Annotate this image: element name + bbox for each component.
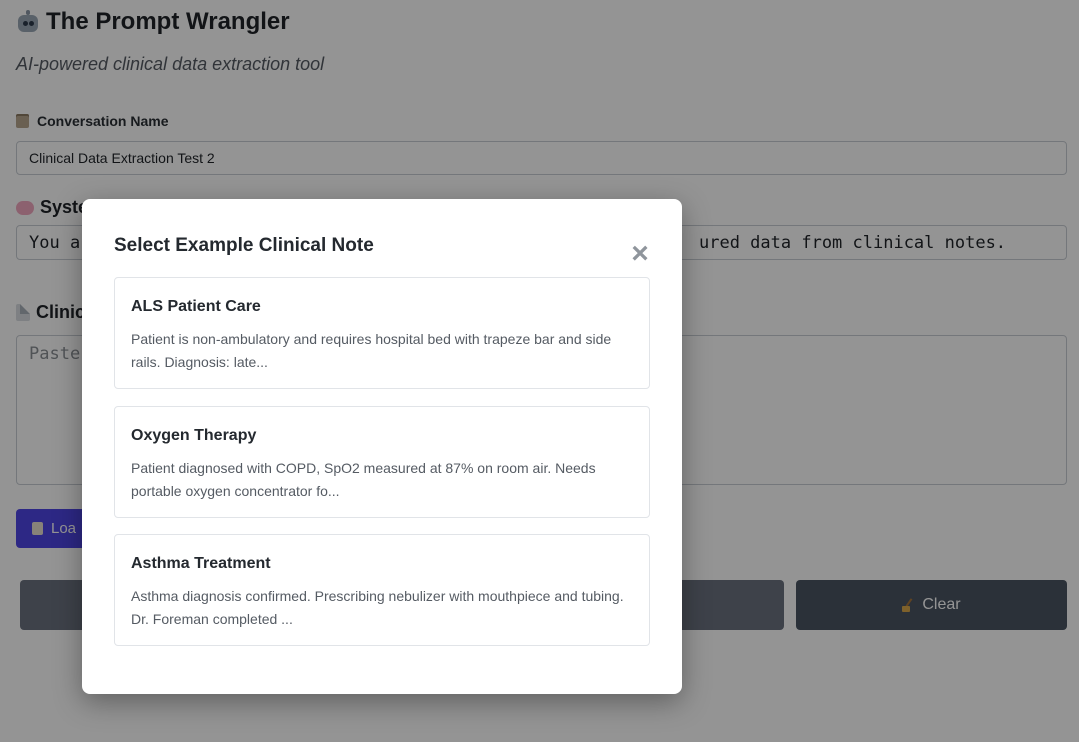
close-icon[interactable]: ×	[629, 239, 651, 269]
note-card-oxygen[interactable]: Oxygen Therapy Patient diagnosed with CO…	[114, 406, 650, 518]
note-card-asthma[interactable]: Asthma Treatment Asthma diagnosis confir…	[114, 534, 650, 646]
note-card-preview: Patient is non-ambulatory and requires h…	[131, 331, 612, 370]
note-card-title: ALS Patient Care	[131, 298, 261, 315]
example-notes-modal: Select Example Clinical Note × ALS Patie…	[82, 199, 682, 694]
note-card-als[interactable]: ALS Patient Care Patient is non-ambulato…	[114, 277, 650, 389]
note-card-title: Oxygen Therapy	[131, 427, 257, 444]
app-page: The Prompt Wrangler AI-powered clinical …	[0, 0, 1079, 742]
note-card-preview: Patient diagnosed with COPD, SpO2 measur…	[131, 460, 596, 499]
note-card-preview: Asthma diagnosis confirmed. Prescribing …	[131, 588, 624, 627]
modal-title: Select Example Clinical Note	[114, 235, 374, 256]
note-card-title: Asthma Treatment	[131, 555, 271, 572]
